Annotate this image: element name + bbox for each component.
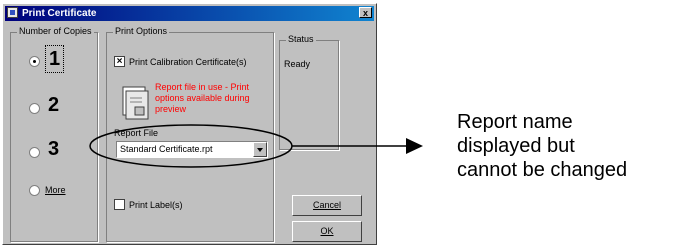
annotation-line-1: Report name xyxy=(457,111,573,133)
annotation-caption: Report name displayed but cannot be chan… xyxy=(457,110,627,182)
annotation-line-3: cannot be changed xyxy=(457,159,628,181)
annotation-line-2: displayed but xyxy=(457,135,575,157)
